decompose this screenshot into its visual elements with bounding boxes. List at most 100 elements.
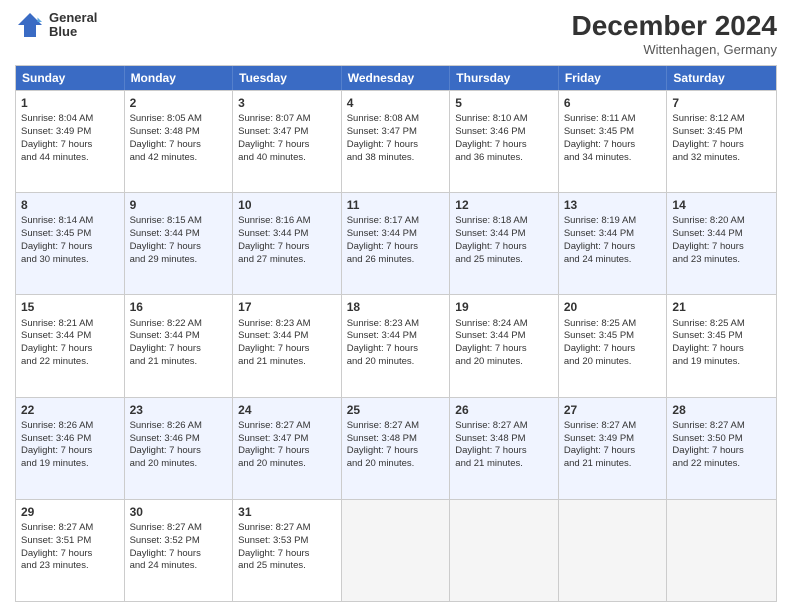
day-number: 19 — [455, 299, 553, 315]
cal-cell: 14Sunrise: 8:20 AMSunset: 3:44 PMDayligh… — [667, 193, 776, 294]
day-info: Sunrise: 8:20 AM — [672, 215, 771, 228]
day-info: and 40 minutes. — [238, 152, 336, 165]
day-info: Sunrise: 8:23 AM — [347, 318, 445, 331]
day-number: 24 — [238, 402, 336, 418]
day-info: Sunrise: 8:17 AM — [347, 215, 445, 228]
day-number: 4 — [347, 95, 445, 111]
day-info: Sunset: 3:44 PM — [21, 330, 119, 343]
day-info: Sunrise: 8:23 AM — [238, 318, 336, 331]
logo: General Blue — [15, 10, 97, 40]
day-info: Sunset: 3:46 PM — [130, 433, 228, 446]
calendar-body: 1Sunrise: 8:04 AMSunset: 3:49 PMDaylight… — [16, 90, 776, 601]
day-number: 31 — [238, 504, 336, 520]
day-info: and 29 minutes. — [130, 254, 228, 267]
day-info: Sunset: 3:51 PM — [21, 535, 119, 548]
cal-cell: 15Sunrise: 8:21 AMSunset: 3:44 PMDayligh… — [16, 295, 125, 396]
day-info: Sunset: 3:49 PM — [21, 126, 119, 139]
day-info: Daylight: 7 hours — [347, 445, 445, 458]
day-info: Daylight: 7 hours — [347, 241, 445, 254]
cal-cell — [559, 500, 668, 601]
cal-cell: 30Sunrise: 8:27 AMSunset: 3:52 PMDayligh… — [125, 500, 234, 601]
day-info: Sunset: 3:47 PM — [238, 433, 336, 446]
cal-row: 22Sunrise: 8:26 AMSunset: 3:46 PMDayligh… — [16, 397, 776, 499]
cal-row: 29 Sunrise: 8:27 AM Sunset: 3:51 PMDayligh… — [16, 499, 776, 601]
day-number: 5 — [455, 95, 553, 111]
day-number: 6 — [564, 95, 662, 111]
day-info: Daylight: 7 hours — [21, 343, 119, 356]
cal-cell: 6Sunrise: 8:11 AMSunset: 3:45 PMDaylight… — [559, 91, 668, 192]
cal-cell — [450, 500, 559, 601]
cal-cell: 28Sunrise: 8:27 AMSunset: 3:50 PMDayligh… — [667, 398, 776, 499]
day-info: Sunset: 3:45 PM — [672, 330, 771, 343]
day-info: Sunrise: 8:05 AM — [130, 113, 228, 126]
cal-cell: 23Sunrise: 8:26 AMSunset: 3:46 PMDayligh… — [125, 398, 234, 499]
day-info: Daylight: 7 hours — [347, 343, 445, 356]
day-info: Sunrise: 8:24 AM — [455, 318, 553, 331]
day-info: Daylight: 7 hours — [21, 139, 119, 152]
day-info: Daylight: 7 hours — [564, 343, 662, 356]
day-info: and 34 minutes. — [564, 152, 662, 165]
calendar-header: SundayMondayTuesdayWednesdayThursdayFrid… — [16, 66, 776, 90]
cal-cell: 1Sunrise: 8:04 AMSunset: 3:49 PMDaylight… — [16, 91, 125, 192]
day-info: and 24 minutes. — [130, 560, 228, 573]
day-info: Sunrise: 8:16 AM — [238, 215, 336, 228]
day-number: 21 — [672, 299, 771, 315]
logo-line2: Blue — [49, 25, 97, 39]
cal-cell: 3Sunrise: 8:07 AMSunset: 3:47 PMDaylight… — [233, 91, 342, 192]
day-info: Daylight: 7 hours — [130, 241, 228, 254]
cal-cell: 27Sunrise: 8:27 AMSunset: 3:49 PMDayligh… — [559, 398, 668, 499]
day-info: Sunset: 3:49 PM — [564, 433, 662, 446]
day-info: Daylight: 7 hours — [130, 343, 228, 356]
day-number: 23 — [130, 402, 228, 418]
day-info: Sunset: 3:44 PM — [564, 228, 662, 241]
day-info: and 20 minutes. — [564, 356, 662, 369]
day-info: Sunset: 3:53 PM — [238, 535, 336, 548]
day-info: and 20 minutes. — [238, 458, 336, 471]
day-info: Sunrise: 8:10 AM — [455, 113, 553, 126]
cal-header-day: Friday — [559, 66, 668, 90]
cal-cell — [342, 500, 451, 601]
day-info: and 23 minutes. — [21, 560, 119, 573]
day-info: Daylight: 7 hours — [672, 445, 771, 458]
cal-cell: 20Sunrise: 8:25 AMSunset: 3:45 PMDayligh… — [559, 295, 668, 396]
day-info: Daylight: 7 hours — [21, 548, 119, 561]
day-info: Sunset: 3:48 PM — [347, 433, 445, 446]
day-info: Sunset: 3:48 PM — [455, 433, 553, 446]
day-info: Daylight: 7 hours — [238, 445, 336, 458]
day-info: and 42 minutes. — [130, 152, 228, 165]
day-info: Sunset: 3:44 PM — [347, 228, 445, 241]
day-number: 8 — [21, 197, 119, 213]
day-info: Sunset: 3:46 PM — [21, 433, 119, 446]
day-number: 9 — [130, 197, 228, 213]
cal-cell — [667, 500, 776, 601]
day-info: and 25 minutes. — [238, 560, 336, 573]
day-info: Daylight: 7 hours — [455, 241, 553, 254]
day-number: 29 — [21, 504, 119, 520]
day-number: 10 — [238, 197, 336, 213]
cal-header-day: Thursday — [450, 66, 559, 90]
cal-row: 8Sunrise: 8:14 AMSunset: 3:45 PMDaylight… — [16, 192, 776, 294]
day-info: Sunrise: 8:22 AM — [130, 318, 228, 331]
day-info: Sunrise: 8:14 AM — [21, 215, 119, 228]
day-info: Sunset: 3:50 PM — [672, 433, 771, 446]
day-info: Daylight: 7 hours — [672, 241, 771, 254]
cal-row: 1Sunrise: 8:04 AMSunset: 3:49 PMDaylight… — [16, 90, 776, 192]
day-info: Daylight: 7 hours — [564, 241, 662, 254]
day-number: 30 — [130, 504, 228, 520]
day-info: and 21 minutes. — [455, 458, 553, 471]
day-info: Sunrise: 8:21 AM — [21, 318, 119, 331]
day-info: and 21 minutes. — [130, 356, 228, 369]
day-info: Daylight: 7 hours — [238, 343, 336, 356]
day-info: and 30 minutes. — [21, 254, 119, 267]
day-info: Daylight: 7 hours — [672, 343, 771, 356]
day-info: Sunrise: 8:27 AM — [130, 522, 228, 535]
day-info: and 25 minutes. — [455, 254, 553, 267]
day-number: 25 — [347, 402, 445, 418]
logo-line1: General — [49, 11, 97, 25]
cal-header-day: Wednesday — [342, 66, 451, 90]
cal-cell: 9Sunrise: 8:15 AMSunset: 3:44 PMDaylight… — [125, 193, 234, 294]
day-info: Daylight: 7 hours — [455, 139, 553, 152]
day-info: Sunset: 3:44 PM — [455, 228, 553, 241]
day-info: Sunset: 3:44 PM — [455, 330, 553, 343]
cal-header-day: Sunday — [16, 66, 125, 90]
